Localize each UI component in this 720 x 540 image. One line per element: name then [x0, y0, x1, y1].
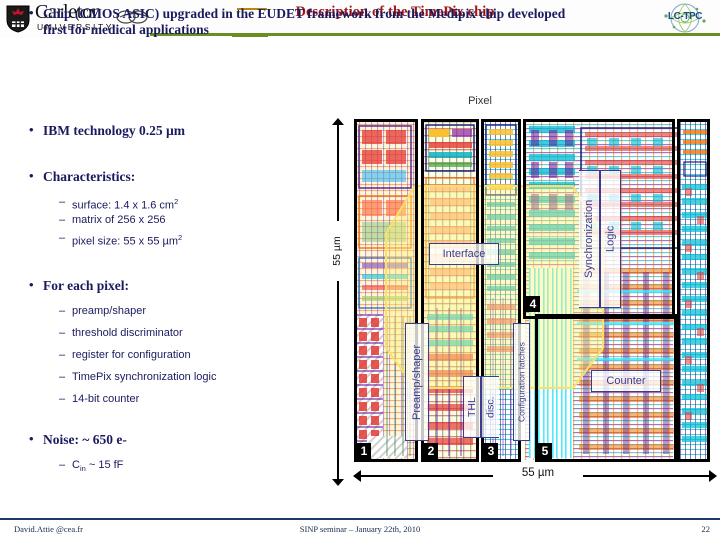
logic-text: Logic — [604, 225, 617, 253]
sub-item-cin-prefix: C — [72, 459, 80, 471]
bullet-characteristics-label: Characteristics: — [43, 169, 136, 184]
content-left-column: • IBM technology 0.25 µm • Characteristi… — [0, 50, 330, 510]
bullet-glyph: • — [29, 168, 34, 183]
bullet-chip: • Chip (CMOS ASIC) upgraded in the EUDET… — [29, 5, 718, 38]
dash-glyph: – — [59, 196, 66, 208]
figure-caption-pixel: Pixel — [468, 95, 492, 107]
region-box-6 — [677, 119, 710, 462]
footer-page-number: 22 — [701, 524, 711, 534]
dash-glyph: – — [59, 214, 66, 226]
bullet-glyph: • — [29, 5, 34, 20]
arrow-head-down-icon — [332, 479, 344, 486]
block-label-synchronization: Synchronization — [579, 170, 600, 308]
dash-glyph: – — [59, 232, 66, 244]
block-label-disc: disc. — [481, 376, 499, 438]
block-label-preamp-shaper: Preamp/shaper — [405, 323, 429, 441]
sub-item-threshold: – threshold discriminator — [59, 326, 183, 340]
dash-glyph: – — [59, 349, 66, 361]
bullet-characteristics: • Characteristics: — [29, 168, 136, 185]
bullet-noise: • Noise: ~ 650 e- — [29, 431, 127, 448]
synchronization-text: Synchronization — [583, 199, 595, 279]
bullet-ibm: • IBM technology 0.25 µm — [29, 122, 186, 139]
block-label-counter: Counter — [591, 370, 661, 392]
bullet-chip-line2: first for medical applications — [43, 22, 209, 37]
bullet-ibm-label: IBM technology 0.25 µm — [43, 123, 186, 138]
counter-text: Counter — [606, 375, 646, 387]
footer-divider — [0, 518, 720, 520]
dash-glyph: – — [59, 327, 66, 339]
sub-item-preamp: – preamp/shaper — [59, 304, 146, 318]
dash-glyph: – — [59, 305, 66, 317]
vertical-dimension-arrow — [330, 118, 346, 486]
region-index-5: 5 — [538, 443, 552, 459]
sub-item-pixelsize-label: pixel size: 55 x 55 µm — [72, 235, 178, 248]
bullet-glyph: • — [29, 431, 34, 446]
block-label-configuration-latches: Configuration latches — [513, 323, 530, 441]
sub-item-matrix-label: matrix of 256 x 256 — [72, 214, 166, 226]
region-index-4: 4 — [526, 296, 540, 312]
sub-item-cin-suffix: ~ 15 fF — [85, 459, 124, 471]
vertical-dimension-label: 55 µm — [331, 221, 343, 281]
bullet-glyph: • — [29, 277, 34, 292]
interface-text: Interface — [442, 248, 486, 260]
horizontal-dimension-label: 55 µm — [493, 467, 583, 479]
thl-text: THL — [466, 397, 478, 417]
block-label-thl: THL — [463, 376, 481, 438]
sub-item-cin: – Cin ~ 15 fF — [59, 458, 124, 476]
sub-item-surface-exponent: 2 — [174, 197, 179, 206]
dash-glyph: – — [59, 371, 66, 383]
sub-item-synclogic-label: TimePix synchronization logic — [72, 371, 217, 383]
sub-item-pixelsize-exponent: 2 — [178, 233, 183, 242]
sub-item-threshold-label: threshold discriminator — [72, 327, 183, 339]
sub-item-register: – register for configuration — [59, 348, 191, 362]
dash-glyph: – — [59, 459, 66, 471]
bullet-for-each-pixel-label: For each pixel: — [43, 278, 129, 293]
sub-item-syncplogic: – TimePix synchronization logic — [59, 370, 217, 384]
block-label-logic: Logic — [600, 170, 621, 308]
sub-item-matrix: – matrix of 256 x 256 — [59, 213, 166, 227]
sub-item-counter: – 14-bit counter — [59, 392, 140, 406]
bullet-glyph: • — [29, 122, 34, 137]
disc-text: disc. — [484, 396, 497, 418]
configuration-latches-text: Configuration latches — [516, 342, 527, 422]
sub-item-surface-label: surface: 1.4 x 1.6 cm — [72, 199, 175, 212]
bullet-noise-label: Noise: ~ 650 e- — [43, 432, 127, 447]
bullet-chip-line1: Chip (CMOS ASIC) upgraded in the EUDET f… — [43, 6, 566, 21]
region-index-2: 2 — [424, 443, 438, 459]
sub-item-counter-label: 14-bit counter — [72, 393, 140, 405]
bullet-for-each-pixel: • For each pixel: — [29, 277, 129, 294]
preamp-shaper-text: Preamp/shaper — [411, 344, 423, 420]
sub-item-preamp-label: preamp/shaper — [72, 305, 146, 317]
horizontal-dimension-arrow: 55 µm — [353, 467, 717, 489]
sub-item-surface: – surface: 1.4 x 1.6 cm2 — [59, 195, 179, 213]
pixel-layout-figure: Pixel 55 µm 1 2 3 4 5 Interface Preamp/s… — [325, 95, 717, 495]
carleton-shield-icon — [6, 5, 30, 33]
pixel-die-layout: 1 2 3 4 5 Interface Preamp/shaper THL di… — [353, 118, 711, 463]
region-index-3: 3 — [484, 443, 498, 459]
arrow-head-right-icon — [709, 470, 717, 482]
footer-event: SINP seminar – January 22th, 2010 — [299, 524, 421, 534]
sub-item-pixelsize: – pixel size: 55 x 55 µm2 — [59, 231, 183, 249]
arrow-shaft — [337, 122, 339, 482]
block-label-interface: Interface — [429, 243, 499, 265]
sub-item-register-label: register for configuration — [72, 349, 191, 361]
region-index-1: 1 — [357, 443, 371, 459]
dash-glyph: – — [59, 393, 66, 405]
